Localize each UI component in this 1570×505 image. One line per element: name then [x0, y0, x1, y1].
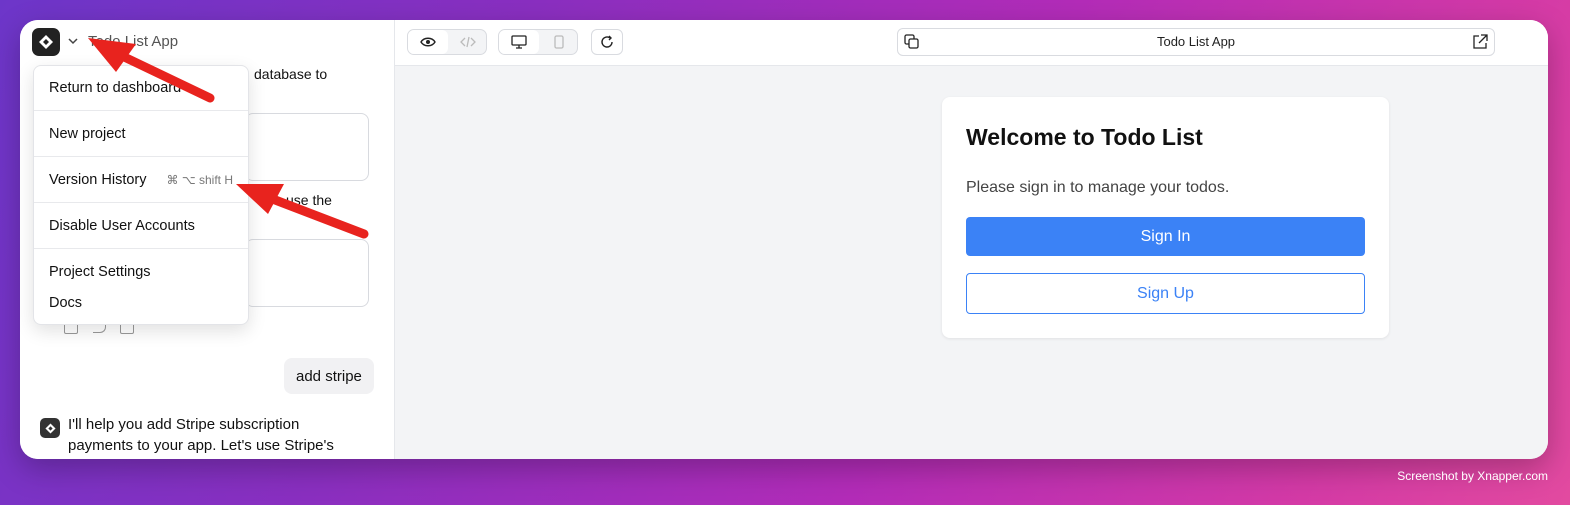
menu-divider — [34, 156, 248, 157]
chat-text-fragment: database to — [254, 66, 328, 82]
menu-item-docs[interactable]: Docs — [49, 295, 82, 311]
url-title: Todo List App — [1156, 34, 1236, 49]
menu-item-return-dashboard[interactable]: Return to dashboard — [49, 80, 181, 96]
url-bar[interactable]: Todo List App — [897, 28, 1495, 56]
screenshot-credit: Screenshot by Xnapper.com — [1397, 469, 1548, 483]
menu-item-version-history[interactable]: Version History — [49, 172, 147, 188]
project-title[interactable]: Todo List App — [88, 33, 178, 50]
user-message: add stripe — [284, 358, 374, 394]
welcome-title: Welcome to Todo List — [966, 124, 1203, 150]
preview-panel: Todo List App Welcome to Todo List Pleas… — [395, 20, 1548, 459]
menu-item-disable-user-accounts[interactable]: Disable User Accounts — [49, 218, 195, 234]
code-icon[interactable] — [452, 30, 484, 54]
assistant-avatar-icon — [40, 418, 60, 438]
desktop-icon[interactable] — [499, 30, 539, 54]
shortcut-label: ⌘ ⌥ shift H — [166, 173, 233, 187]
assistant-message: I'll help you add Stripe subscription pa… — [68, 416, 334, 454]
external-link-icon[interactable] — [1472, 34, 1488, 50]
menu-divider — [34, 248, 248, 249]
preview-toolbar: Todo List App — [395, 20, 1548, 66]
project-menu: Return to dashboard New project Version … — [33, 65, 249, 325]
menu-divider — [34, 202, 248, 203]
refresh-button[interactable] — [591, 29, 623, 55]
welcome-subtitle: Please sign in to manage your todos. — [966, 179, 1230, 196]
refresh-icon — [601, 35, 613, 48]
chat-card — [245, 239, 369, 307]
menu-item-new-project[interactable]: New project — [49, 126, 126, 142]
app-window: Todo List App database to use the add st… — [20, 20, 1548, 459]
menu-divider — [34, 110, 248, 111]
chat-panel: Todo List App database to use the add st… — [20, 20, 395, 459]
view-toggle-group — [407, 29, 487, 55]
welcome-card: Welcome to Todo List Please sign in to m… — [942, 97, 1389, 338]
device-toggle-group — [498, 29, 578, 55]
mobile-icon[interactable] — [543, 30, 575, 54]
sign-in-button[interactable]: Sign In — [966, 217, 1365, 256]
eye-icon[interactable] — [408, 30, 448, 54]
menu-item-project-settings[interactable]: Project Settings — [49, 264, 151, 280]
sign-up-button[interactable]: Sign Up — [966, 273, 1365, 314]
chevron-down-icon[interactable] — [66, 34, 80, 48]
chat-text-fragment: use the — [286, 192, 332, 208]
chat-card — [245, 113, 369, 181]
app-logo-icon[interactable] — [32, 28, 60, 56]
